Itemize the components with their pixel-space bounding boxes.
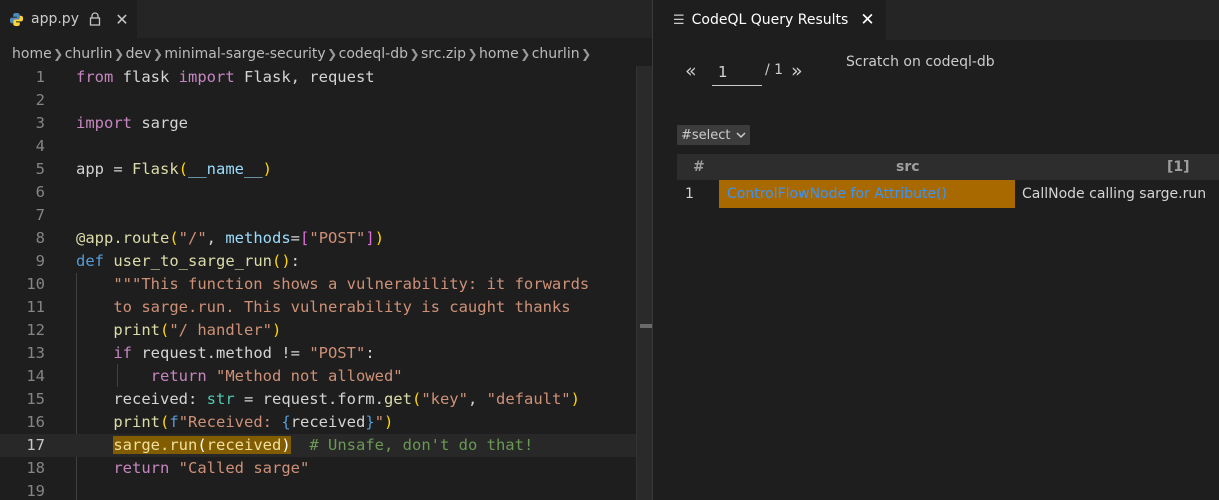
code-line: 5 app = Flask(__name__) bbox=[35, 160, 273, 178]
breadcrumb-item[interactable]: churlin bbox=[65, 46, 113, 62]
chevron-right-icon: ❯ bbox=[467, 47, 478, 61]
code-line: 9 def user_to_sarge_run(): bbox=[35, 252, 300, 270]
python-file-icon bbox=[8, 11, 24, 27]
code-line: 19 bbox=[26, 482, 45, 500]
close-icon[interactable]: ✕ bbox=[115, 10, 129, 29]
tab-app-py[interactable]: app.py ✕ bbox=[0, 0, 137, 38]
code-line: 13 if request.method != "POST": bbox=[26, 344, 375, 362]
list-icon: ☰ bbox=[673, 12, 685, 28]
code-line: 7 bbox=[35, 206, 45, 224]
chevron-right-icon: ❯ bbox=[114, 47, 125, 61]
breadcrumb-item[interactable]: dev bbox=[126, 46, 152, 62]
result-link[interactable]: ControlFlowNode for Attribute() bbox=[719, 180, 1015, 208]
tab-codeql-results[interactable]: ☰ CodeQL Query Results ✕ bbox=[653, 0, 886, 40]
chevron-right-icon: ❯ bbox=[581, 47, 592, 61]
row-index: 1 bbox=[685, 186, 694, 202]
code-line: 12 print("/ handler") bbox=[26, 321, 282, 339]
code-line: 2 bbox=[35, 91, 45, 109]
tab-label: app.py bbox=[31, 11, 79, 27]
editor-scrollbar[interactable] bbox=[636, 66, 652, 500]
code-line: 14 return "Method not allowed" bbox=[26, 367, 403, 385]
result-cell: CallNode calling sarge.run bbox=[1022, 186, 1207, 202]
table-row: 1 ControlFlowNode for Attribute() CallNo… bbox=[677, 180, 1219, 208]
breadcrumb-item[interactable]: churlin bbox=[532, 46, 580, 62]
breadcrumb-item[interactable]: codeql-db bbox=[339, 46, 408, 62]
breadcrumb-item[interactable]: src.zip bbox=[421, 46, 466, 62]
close-icon[interactable]: ✕ bbox=[860, 10, 874, 30]
page-number-input[interactable] bbox=[712, 58, 762, 86]
results-pane: ☰ CodeQL Query Results ✕ « / 1 » Scratch… bbox=[652, 0, 1219, 500]
chevron-right-icon: ❯ bbox=[409, 47, 420, 61]
code-line: 11 to sarge.run. This vulnerability is c… bbox=[26, 298, 571, 316]
breadcrumb-item[interactable]: home bbox=[12, 46, 52, 62]
code-line: 15 received: str = request.form.get("key… bbox=[26, 390, 580, 408]
next-page-button[interactable]: » bbox=[791, 60, 803, 82]
database-label: Scratch on codeql-db bbox=[846, 54, 995, 70]
result-set-select[interactable]: #select bbox=[677, 125, 750, 145]
chevron-right-icon: ❯ bbox=[327, 47, 338, 61]
select-value: #select bbox=[681, 127, 731, 143]
code-line-current: 17 sarge.run(received) # Unsafe, don't d… bbox=[0, 434, 636, 457]
results-tab-bar: ☰ CodeQL Query Results ✕ bbox=[653, 0, 1219, 40]
results-table: # src [1] 1 ControlFlowNode for Attribut… bbox=[677, 154, 1219, 208]
tab-title: CodeQL Query Results bbox=[691, 12, 849, 28]
code-line: 8 @app.route("/", methods=["POST"]) bbox=[35, 229, 385, 247]
breadcrumb: home ❯ churlin ❯ dev ❯ minimal-sarge-sec… bbox=[0, 42, 652, 66]
code-line: 4 bbox=[35, 137, 45, 155]
chevron-right-icon: ❯ bbox=[53, 47, 64, 61]
editor-pane: app.py ✕ home ❯ churlin ❯ dev ❯ minimal-… bbox=[0, 0, 652, 500]
chevron-down-icon bbox=[736, 131, 746, 139]
previous-page-button[interactable]: « bbox=[685, 60, 697, 82]
breadcrumb-item[interactable]: home bbox=[479, 46, 519, 62]
code-line: 18 return "Called sarge" bbox=[26, 459, 310, 477]
code-line: 6 bbox=[35, 183, 45, 201]
breadcrumb-item[interactable]: minimal-sarge-security bbox=[164, 46, 325, 62]
column-header-1[interactable]: [1] bbox=[1167, 154, 1190, 180]
code-line: 16 print(f"Received: {received}") bbox=[26, 413, 394, 431]
column-header-index[interactable]: # bbox=[693, 154, 705, 180]
code-line: 3 import sarge bbox=[35, 114, 188, 132]
column-header-src[interactable]: src bbox=[896, 154, 920, 180]
page-total: / 1 bbox=[765, 62, 784, 78]
table-header: # src [1] bbox=[677, 154, 1219, 180]
lock-icon bbox=[89, 11, 103, 27]
chevron-right-icon: ❯ bbox=[520, 47, 531, 61]
editor-tab-bar: app.py ✕ bbox=[0, 0, 652, 38]
code-line: 10 """This function shows a vulnerabilit… bbox=[26, 275, 590, 293]
code-line: 1 from flask import Flask, request bbox=[35, 68, 375, 86]
scroll-thumb[interactable] bbox=[640, 324, 652, 328]
chevron-right-icon: ❯ bbox=[152, 47, 163, 61]
